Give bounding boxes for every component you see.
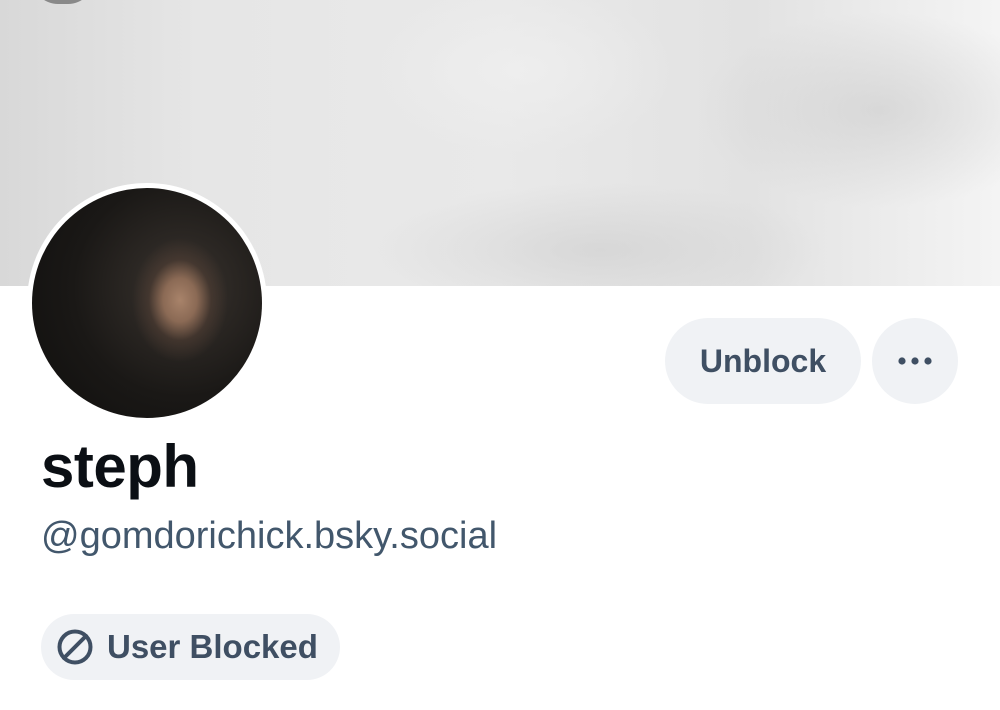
more-options-button[interactable]: [872, 318, 958, 404]
profile-page: Unblock steph @gomdorichick.bsky.social …: [0, 0, 1000, 710]
ellipsis-horizontal-icon: [895, 356, 935, 366]
circle-slash-icon: [55, 627, 95, 667]
user-blocked-badge: User Blocked: [41, 614, 340, 680]
avatar[interactable]: [27, 183, 267, 423]
back-button-edge[interactable]: [32, 0, 94, 4]
display-name: steph: [41, 433, 199, 500]
user-handle: @gomdorichick.bsky.social: [41, 515, 498, 557]
unblock-button[interactable]: Unblock: [665, 318, 861, 404]
user-blocked-label: User Blocked: [107, 628, 318, 665]
avatar-image: [32, 188, 262, 418]
